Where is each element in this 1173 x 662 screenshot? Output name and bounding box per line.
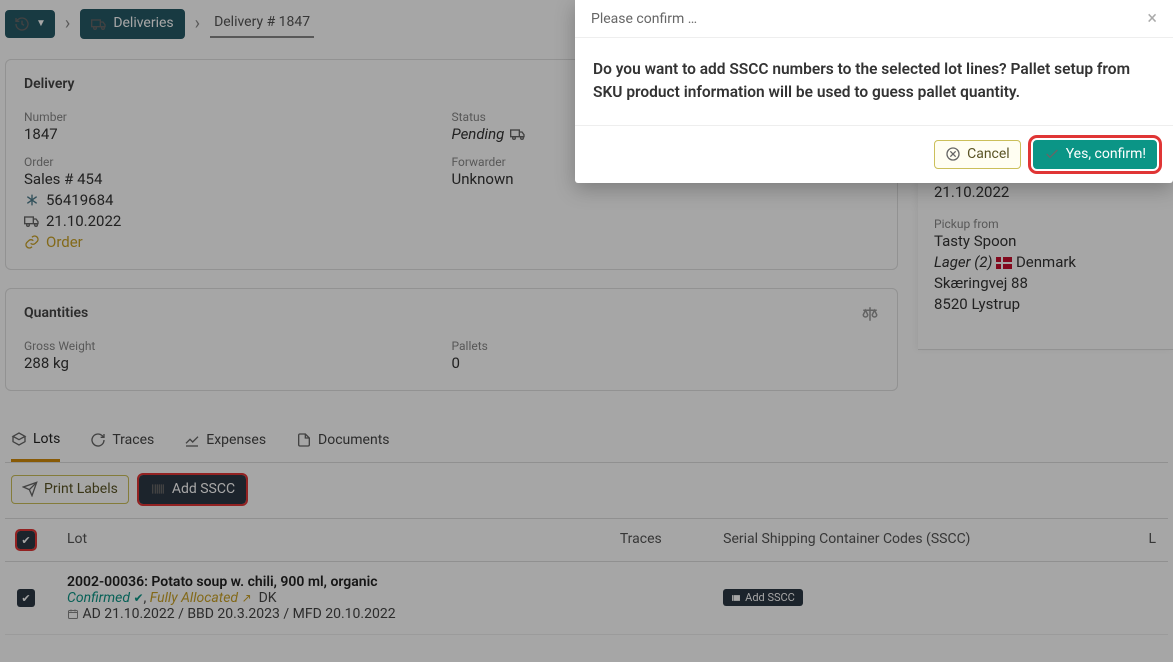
modal-title: Please confirm … [591,11,697,27]
confirm-button[interactable]: Yes, confirm! [1033,140,1157,170]
cancel-button[interactable]: Cancel [934,140,1021,170]
cancel-icon [945,146,961,162]
confirm-modal: Please confirm … × Do you want to add SS… [575,0,1173,183]
close-icon[interactable]: × [1147,8,1157,29]
modal-body: Do you want to add SSCC numbers to the s… [575,38,1173,125]
check-icon [1044,146,1060,162]
